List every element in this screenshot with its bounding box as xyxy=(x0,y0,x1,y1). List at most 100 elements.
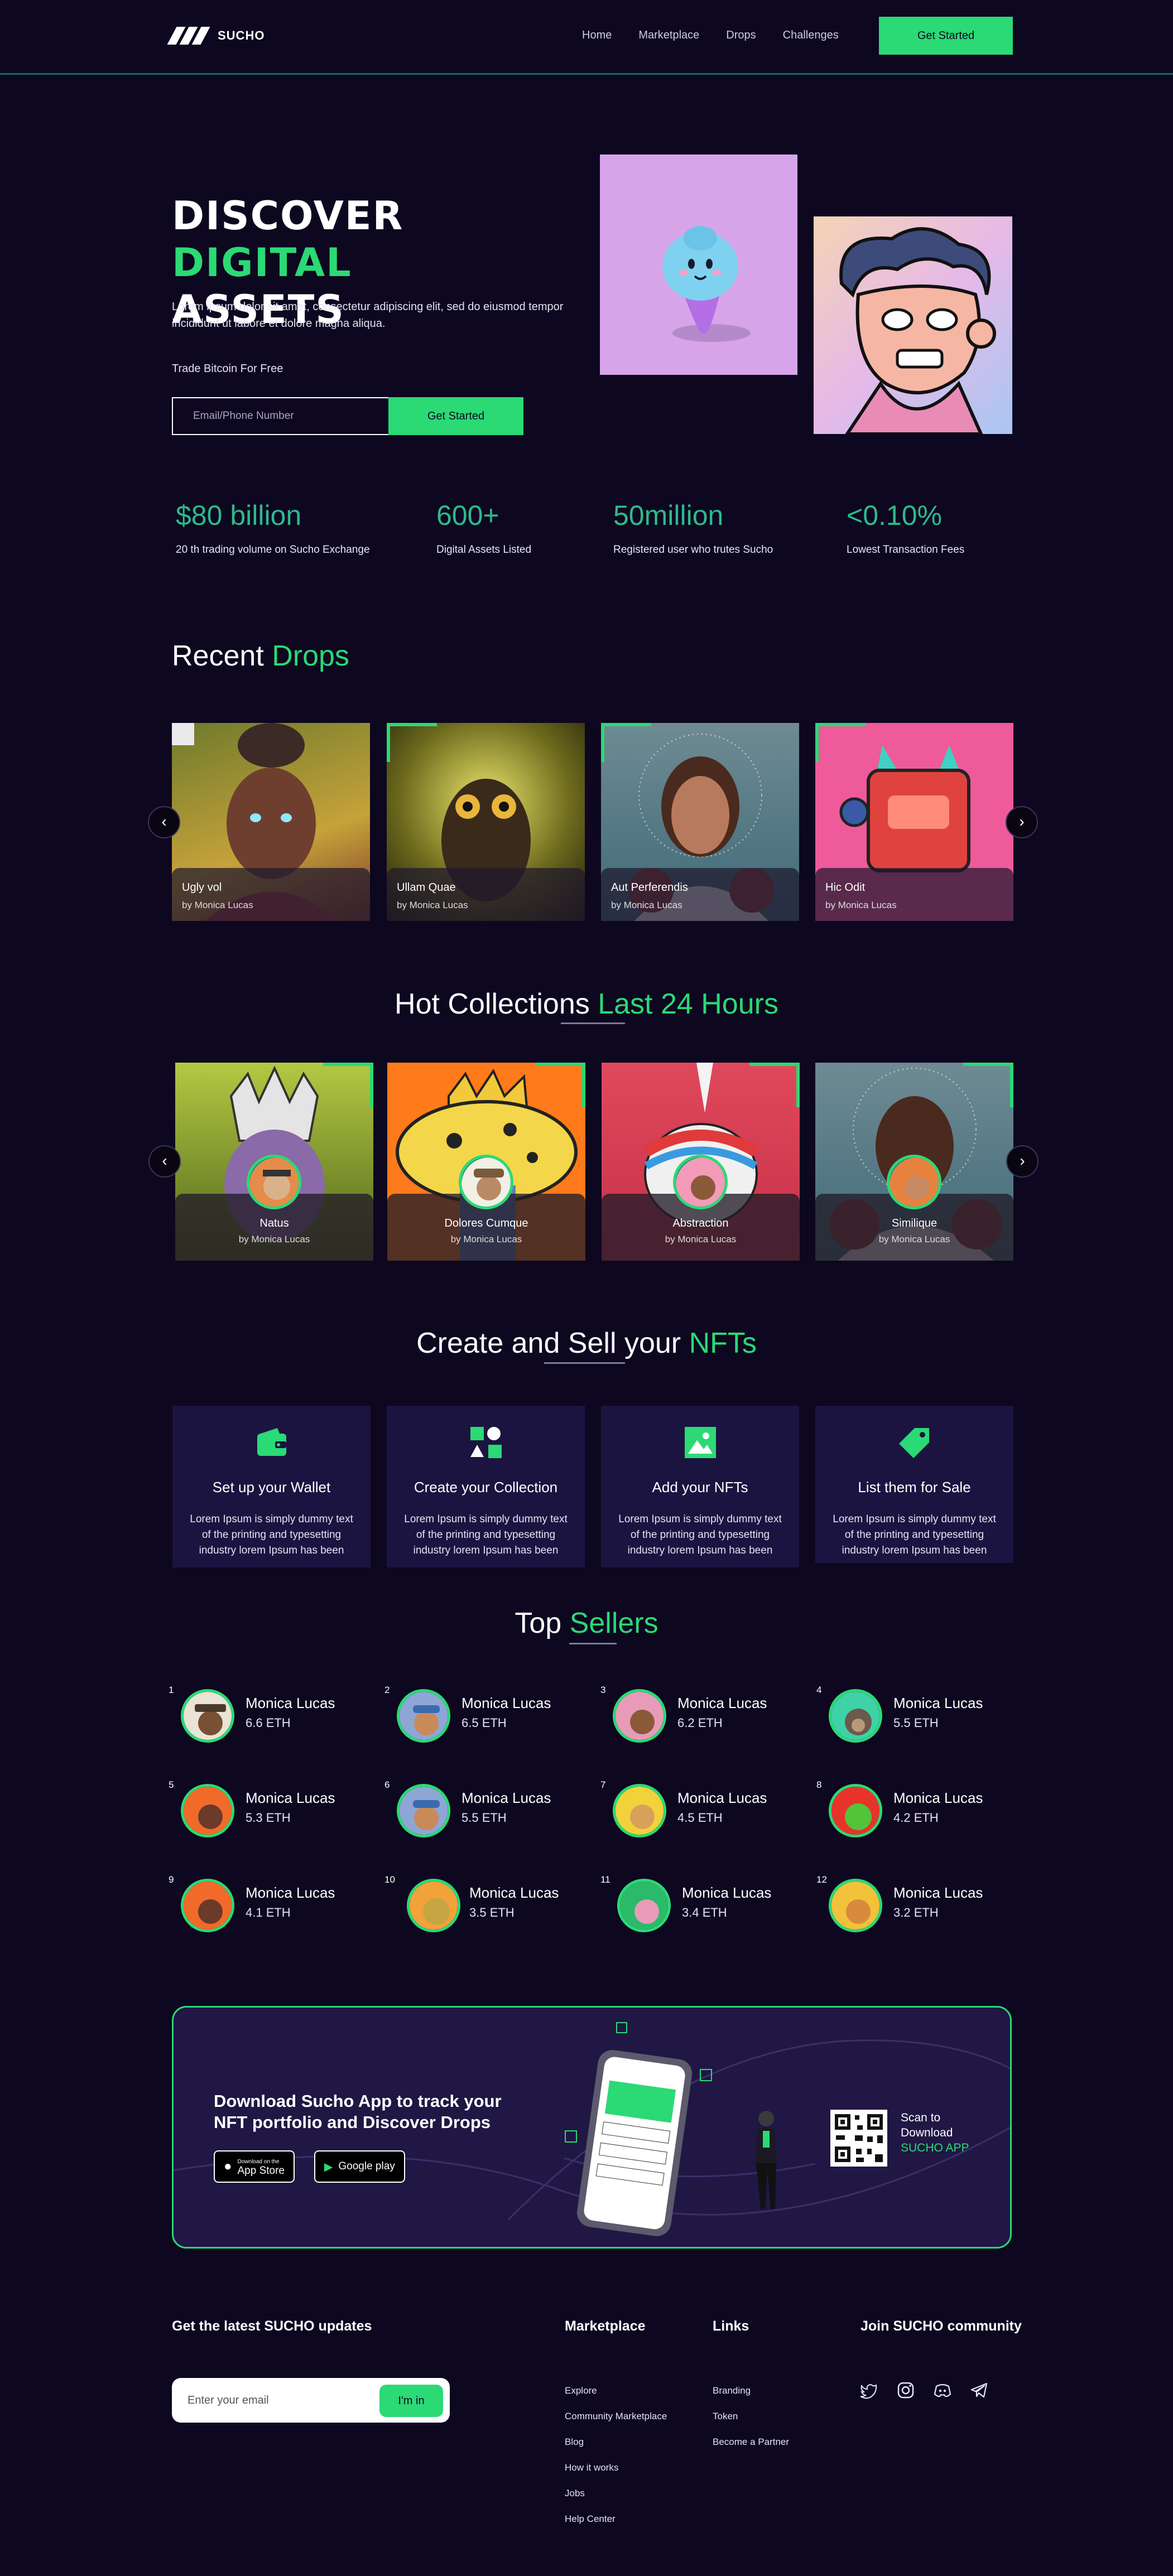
stat-value: $80 billion xyxy=(176,500,302,531)
seller-rank: 11 xyxy=(600,1874,610,1885)
get-started-button[interactable]: Get Started xyxy=(879,17,1013,55)
seller-avatar xyxy=(829,1879,882,1932)
drop-card[interactable]: Ugly vol by Monica Lucas xyxy=(172,723,370,921)
footer-link-community-marketplace[interactable]: Community Marketplace xyxy=(565,2411,667,2422)
seller-rank: 12 xyxy=(816,1874,827,1885)
hot-prev-button[interactable]: ‹ xyxy=(148,1145,181,1178)
hero-nft-cartoon-face[interactable] xyxy=(814,216,1012,434)
seller-name: Monica Lucas xyxy=(469,1884,559,1901)
footer-link-blog[interactable]: Blog xyxy=(565,2437,667,2448)
collection-card[interactable]: Natus by Monica Lucas xyxy=(175,1063,373,1261)
stat-label: Lowest Transaction Fees xyxy=(847,544,965,556)
nav-marketplace[interactable]: Marketplace xyxy=(638,29,699,42)
seller-avatar xyxy=(613,1689,666,1743)
seller-item[interactable]: 1 Monica Lucas 6.6 ETH xyxy=(169,1685,358,1746)
tag-icon xyxy=(898,1428,929,1458)
collection-author: by Monica Lucas xyxy=(450,1234,522,1244)
email-phone-input[interactable] xyxy=(172,397,390,435)
footer-link-token[interactable]: Token xyxy=(713,2411,789,2422)
seller-item[interactable]: 3 Monica Lucas 6.2 ETH xyxy=(600,1685,790,1746)
seller-item[interactable]: 2 Monica Lucas 6.5 ETH xyxy=(384,1685,574,1746)
collection-card[interactable]: Abstraction by Monica Lucas xyxy=(602,1063,800,1261)
app-store-button[interactable]: ● Download on the App Store xyxy=(214,2150,295,2183)
seller-item[interactable]: 11 Monica Lucas 3.4 ETH xyxy=(600,1874,790,1936)
nav-challenges[interactable]: Challenges xyxy=(783,29,839,42)
hot-collections-title: Hot Collections Last 24 Hours xyxy=(0,987,1173,1021)
nav-drops[interactable]: Drops xyxy=(726,29,756,42)
main-menu: Home Marketplace Drops Challenges xyxy=(582,29,839,42)
newsletter-email-input[interactable] xyxy=(188,2389,366,2411)
seller-item[interactable]: 4 Monica Lucas 5.5 ETH xyxy=(816,1685,1006,1746)
google-play-label: Google play xyxy=(338,2160,395,2172)
drop-title: Aut Perferendis xyxy=(611,881,688,894)
hero-nft-ice-cream[interactable] xyxy=(600,155,797,375)
seller-rank: 6 xyxy=(384,1779,390,1790)
seller-eth: 3.5 ETH xyxy=(469,1906,515,1919)
collection-card[interactable]: Dolores Cumque by Monica Lucas xyxy=(387,1063,585,1261)
stat-value: 50million xyxy=(613,500,724,531)
footer-link-partner[interactable]: Become a Partner xyxy=(713,2437,789,2448)
qr-code-icon xyxy=(830,2110,887,2167)
seller-name: Monica Lucas xyxy=(682,1884,772,1901)
wallet-icon xyxy=(257,1428,286,1456)
footer-link-explore[interactable]: Explore xyxy=(565,2385,667,2396)
collection-author: by Monica Lucas xyxy=(878,1234,950,1244)
seller-name: Monica Lucas xyxy=(677,1789,767,1806)
seller-eth: 5.3 ETH xyxy=(246,1811,291,1825)
step-title: List them for Sale xyxy=(858,1479,971,1496)
logo-mark-icon xyxy=(167,27,210,45)
app-store-label: App Store xyxy=(237,2165,285,2177)
step-description: Lorem Ipsum is simply dummy text of the … xyxy=(190,1513,353,1556)
telegram-icon[interactable] xyxy=(970,2381,989,2400)
seller-item[interactable]: 7 Monica Lucas 4.5 ETH xyxy=(600,1779,790,1841)
drop-card[interactable]: Aut Perferendis by Monica Lucas xyxy=(601,723,799,921)
collection-title: Dolores Cumque xyxy=(444,1217,528,1229)
card-corner-accent xyxy=(749,1063,800,1107)
instagram-icon[interactable] xyxy=(896,2381,915,2400)
newsletter-submit-button[interactable]: I'm in xyxy=(379,2385,443,2417)
collection-avatar xyxy=(673,1155,728,1209)
seller-eth: 5.5 ETH xyxy=(461,1811,507,1825)
drop-author: by Monica Lucas xyxy=(611,900,682,910)
footer-link-jobs[interactable]: Jobs xyxy=(565,2488,667,2499)
google-play-button[interactable]: ▶ Google play xyxy=(314,2150,405,2183)
seller-rank: 10 xyxy=(384,1874,395,1885)
step-title: Add your NFTs xyxy=(652,1479,748,1496)
step-card-wallet: Set up your Wallet Lorem Ipsum is simply… xyxy=(172,1406,371,1567)
top-sellers-title: Top Sellers xyxy=(0,1607,1173,1640)
hero-tagline: Trade Bitcoin For Free xyxy=(172,363,283,375)
seller-item[interactable]: 12 Monica Lucas 3.2 ETH xyxy=(816,1874,1006,1936)
hot-next-button[interactable]: › xyxy=(1006,1145,1039,1178)
recent-prev-button[interactable]: ‹ xyxy=(148,806,180,838)
seller-item[interactable]: 5 Monica Lucas 5.3 ETH xyxy=(169,1779,358,1841)
seller-name: Monica Lucas xyxy=(246,1695,335,1711)
seller-avatar xyxy=(829,1689,882,1743)
brand-logo[interactable]: SUCHO xyxy=(167,27,265,45)
seller-eth: 6.2 ETH xyxy=(677,1716,723,1730)
footer-link-how-it-works[interactable]: How it works xyxy=(565,2462,667,2473)
seller-item[interactable]: 6 Monica Lucas 5.5 ETH xyxy=(384,1779,574,1841)
seller-item[interactable]: 10 Monica Lucas 3.5 ETH xyxy=(384,1874,574,1936)
footer-link-branding[interactable]: Branding xyxy=(713,2385,789,2396)
hero-get-started-button[interactable]: Get Started xyxy=(388,397,523,435)
step-card-add-nfts: Add your NFTs Lorem Ipsum is simply dumm… xyxy=(601,1406,799,1567)
section-title-text: Create and Sell your xyxy=(416,1327,681,1359)
phone-illustration xyxy=(565,2022,777,2236)
step-card-list-sale: List them for Sale Lorem Ipsum is simply… xyxy=(815,1406,1013,1563)
twitter-icon[interactable] xyxy=(859,2381,878,2400)
card-overlay xyxy=(387,868,585,921)
seller-name: Monica Lucas xyxy=(461,1789,551,1806)
discord-icon[interactable] xyxy=(933,2381,952,2400)
image-icon xyxy=(684,1427,716,1458)
card-corner-accent xyxy=(323,1063,373,1107)
seller-item[interactable]: 9 Monica Lucas 4.1 ETH xyxy=(169,1874,358,1936)
title-underline xyxy=(561,1022,625,1024)
recent-next-button[interactable]: › xyxy=(1006,806,1038,838)
seller-item[interactable]: 8 Monica Lucas 4.2 ETH xyxy=(816,1779,1006,1841)
footer-link-help-center[interactable]: Help Center xyxy=(565,2514,667,2525)
collection-card[interactable]: Similique by Monica Lucas xyxy=(815,1063,1013,1261)
nav-home[interactable]: Home xyxy=(582,29,612,42)
drop-card[interactable]: Ullam Quae by Monica Lucas xyxy=(387,723,585,921)
drop-card[interactable]: Hic Odit by Monica Lucas xyxy=(815,723,1013,921)
recent-drops-title: Recent Drops xyxy=(172,639,349,673)
